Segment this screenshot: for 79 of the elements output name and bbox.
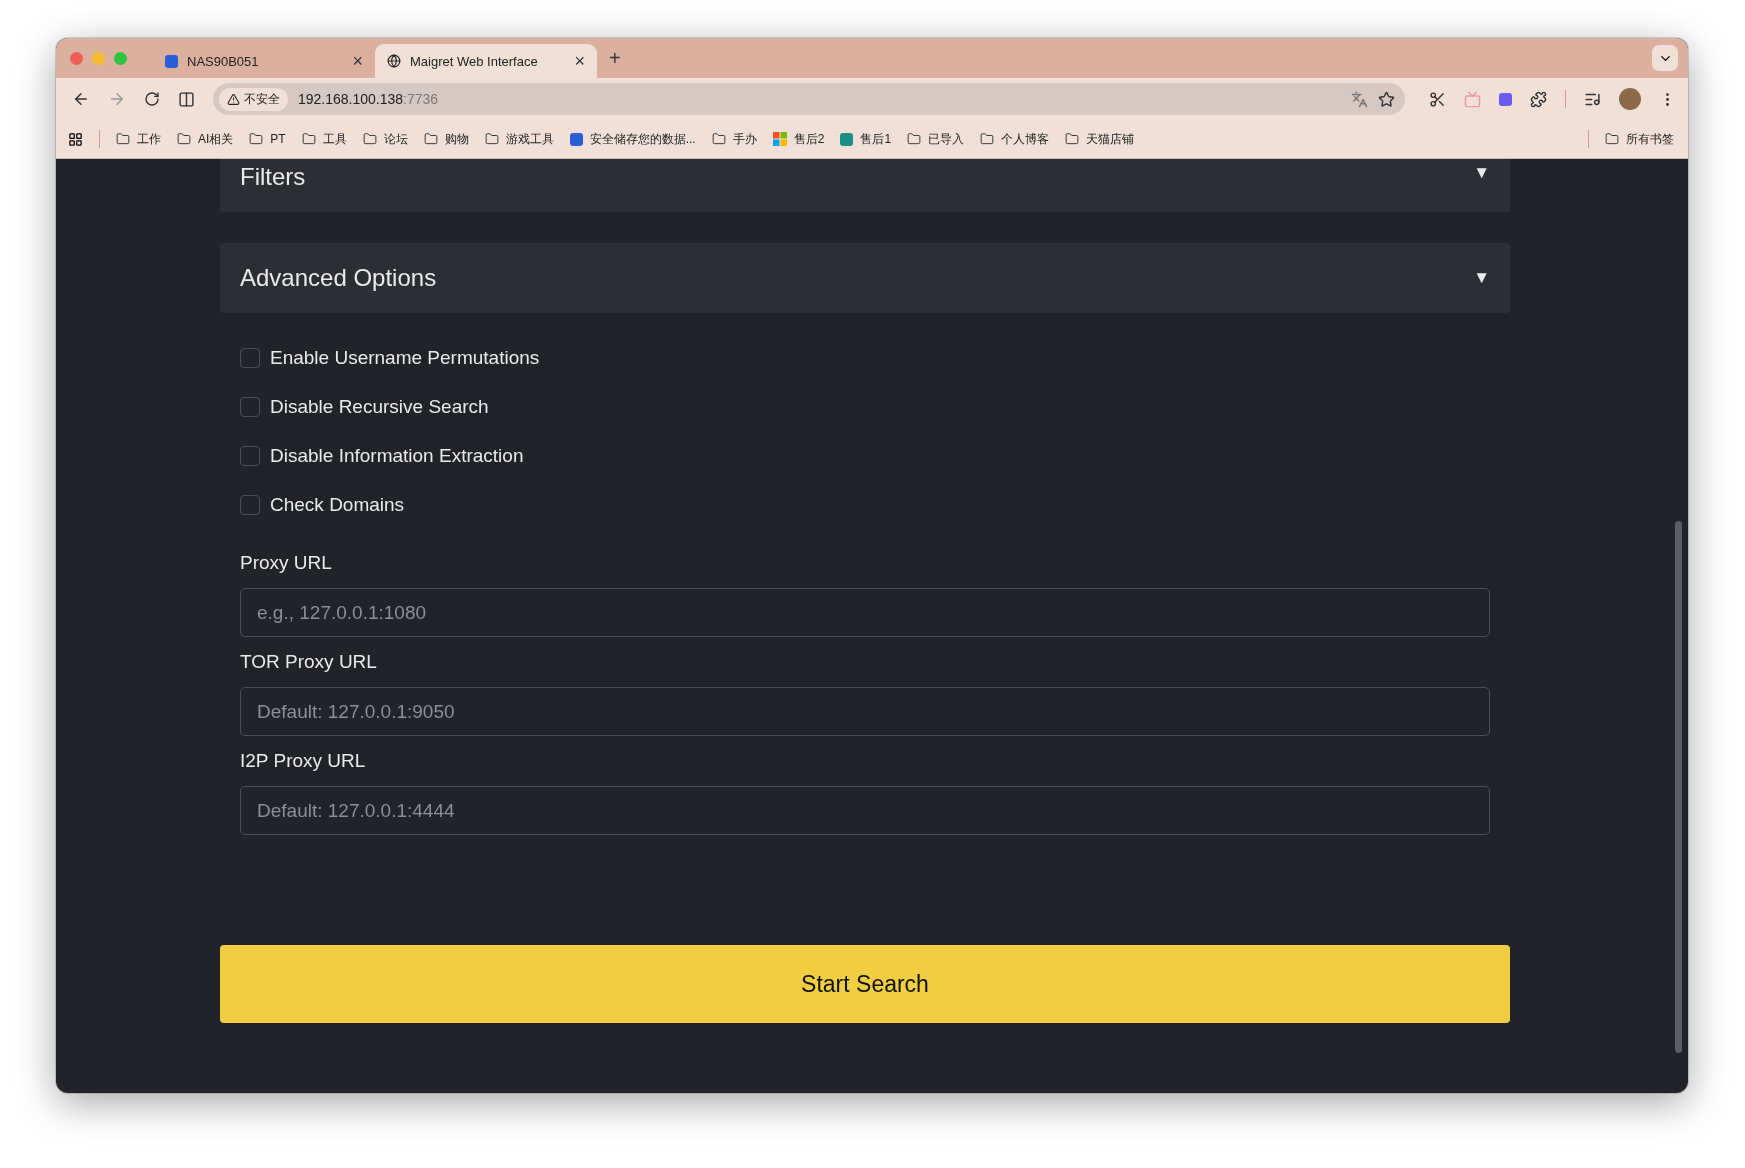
field-label: TOR Proxy URL bbox=[240, 651, 378, 673]
back-icon[interactable] bbox=[72, 90, 90, 108]
extensions-icon[interactable] bbox=[1530, 90, 1547, 108]
tab-title: NAS90B051 bbox=[187, 53, 260, 69]
folder-icon bbox=[1065, 132, 1080, 146]
browser-tab[interactable]: NAS90B051 × bbox=[153, 44, 375, 78]
folder-icon bbox=[907, 132, 922, 146]
translate-icon[interactable] bbox=[1351, 90, 1368, 108]
app-icon bbox=[165, 54, 178, 68]
star-icon[interactable] bbox=[1378, 90, 1395, 108]
toggle-arrow[interactable]: ▼ bbox=[1473, 163, 1490, 183]
bookmark[interactable]: 天猫店铺 bbox=[1065, 130, 1135, 148]
bookmark[interactable]: 工作 bbox=[116, 130, 161, 148]
folder-icon bbox=[1605, 132, 1619, 146]
folder-icon bbox=[980, 132, 995, 146]
scrollbar-thumb[interactable] bbox=[1675, 521, 1682, 1053]
section-title: Filters bbox=[240, 163, 306, 191]
checkbox-label: Enable Username Permutations bbox=[270, 347, 540, 369]
bookmark[interactable]: 安全储存您的数据... bbox=[569, 130, 696, 148]
input-field[interactable]: Default: 127.0.0.1:4444 bbox=[240, 786, 1490, 835]
input-field[interactable]: Default: 127.0.0.1:9050 bbox=[240, 687, 1490, 736]
folder-icon bbox=[177, 132, 191, 146]
input-field[interactable]: e.g., 127.0.0.1:1080 bbox=[240, 588, 1490, 637]
app-icon[interactable] bbox=[1499, 92, 1512, 106]
folder-icon bbox=[711, 132, 726, 146]
checkbox[interactable] bbox=[240, 348, 260, 368]
checkbox-label: Check Domains bbox=[270, 494, 405, 516]
folder-icon bbox=[249, 132, 264, 146]
checkbox[interactable] bbox=[240, 397, 260, 417]
field-label: I2P Proxy URL bbox=[240, 750, 367, 772]
checkbox[interactable] bbox=[240, 446, 260, 466]
tv-icon[interactable] bbox=[1464, 90, 1481, 108]
tab-search-button[interactable] bbox=[1652, 45, 1678, 71]
app-icon bbox=[569, 132, 583, 146]
scissors-icon[interactable] bbox=[1429, 90, 1446, 108]
toggle-arrow[interactable]: ▼ bbox=[1473, 268, 1490, 288]
close-window-button[interactable] bbox=[70, 51, 83, 65]
new-tab-button[interactable]: + bbox=[609, 46, 621, 70]
checkbox[interactable] bbox=[240, 495, 260, 515]
section-header[interactable]: Filters ▼ bbox=[220, 159, 1510, 212]
folder-icon bbox=[423, 132, 438, 146]
apps-icon[interactable] bbox=[68, 131, 83, 147]
split-view-icon[interactable] bbox=[178, 90, 195, 108]
folder-icon bbox=[484, 132, 499, 146]
forward-icon[interactable] bbox=[108, 90, 126, 108]
bookmark[interactable]: 工具 bbox=[301, 130, 347, 148]
profile-avatar[interactable] bbox=[1619, 88, 1641, 110]
bookmark[interactable]: 已导入 bbox=[907, 130, 965, 148]
bookmark[interactable]: 手办 bbox=[711, 130, 757, 148]
bookmark[interactable]: 论坛 bbox=[362, 130, 408, 148]
folder-icon bbox=[301, 132, 316, 146]
security-chip[interactable]: 不安全 bbox=[219, 87, 288, 111]
checkbox-label: Disable Information Extraction bbox=[270, 445, 524, 467]
section-title: Advanced Options bbox=[240, 264, 437, 292]
address-bar[interactable]: 不安全 192.168.100.138:7736 bbox=[213, 83, 1405, 115]
warning-icon bbox=[227, 92, 240, 106]
all-bookmarks[interactable]: 所有书签 bbox=[1605, 130, 1674, 148]
grid-icon bbox=[772, 132, 787, 146]
globe-icon bbox=[387, 54, 401, 68]
tab-title: Maigret Web Interface bbox=[410, 53, 539, 69]
start-search-button[interactable]: Start Search bbox=[220, 945, 1510, 1023]
folder-icon bbox=[362, 132, 377, 146]
close-tab-button[interactable]: × bbox=[352, 50, 363, 72]
bookmark[interactable]: AI相关 bbox=[177, 130, 234, 148]
section-header[interactable]: Advanced Options ▼ bbox=[220, 243, 1510, 313]
url-text: 192.168.100.138:7736 bbox=[298, 91, 440, 107]
field-label: Proxy URL bbox=[240, 552, 333, 574]
app-icon bbox=[840, 132, 854, 146]
bookmark[interactable]: PT bbox=[249, 132, 286, 146]
bookmark[interactable]: 售后2 bbox=[772, 130, 825, 148]
checkbox-label: Disable Recursive Search bbox=[270, 396, 489, 418]
browser-tab[interactable]: Maigret Web Interface × bbox=[375, 44, 597, 78]
reload-icon[interactable] bbox=[144, 91, 160, 107]
close-tab-button[interactable]: × bbox=[574, 50, 585, 72]
bookmark[interactable]: 游戏工具 bbox=[484, 130, 554, 148]
bookmark[interactable]: 售后1 bbox=[840, 130, 892, 148]
folder-icon bbox=[116, 132, 130, 146]
bookmark[interactable]: 购物 bbox=[423, 130, 469, 148]
bookmark[interactable]: 个人博客 bbox=[980, 130, 1050, 148]
